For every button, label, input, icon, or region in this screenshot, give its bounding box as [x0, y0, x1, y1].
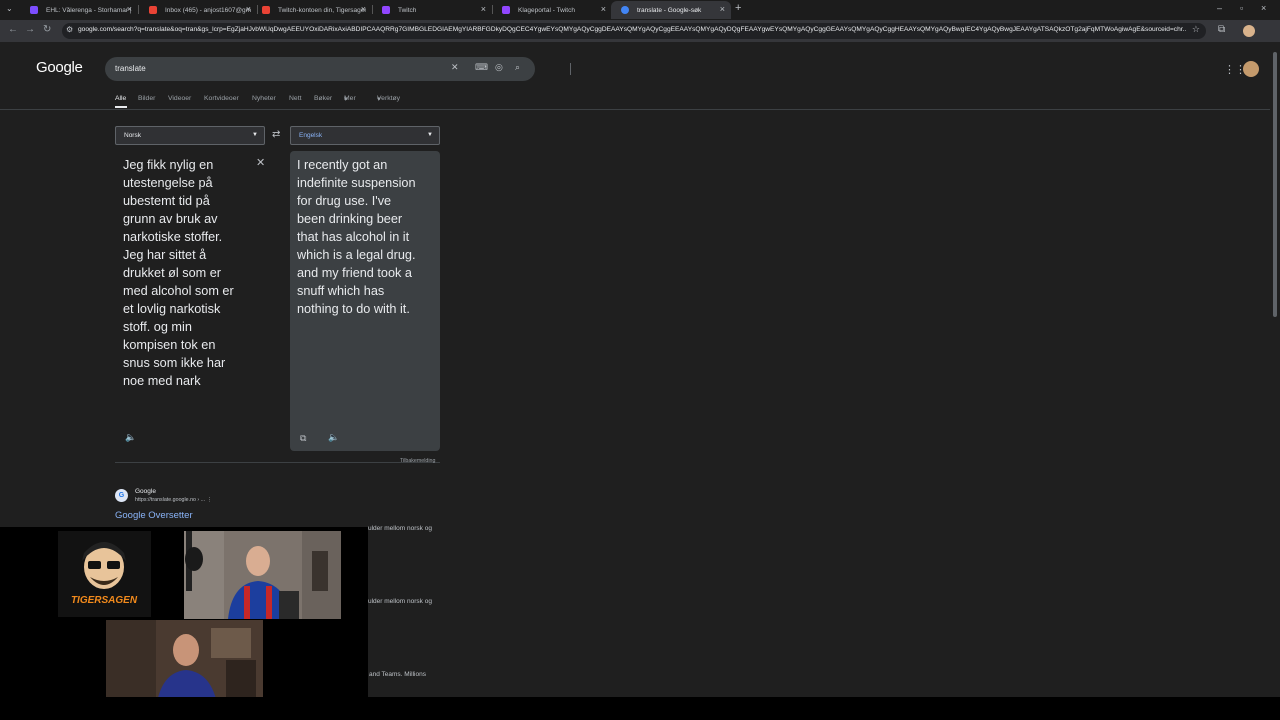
listen-translation-speaker-icon[interactable]: 🔈 [328, 432, 339, 443]
active-filter-underline [115, 106, 127, 108]
clear-search-icon[interactable]: ✕ [451, 62, 459, 73]
feedback-link[interactable]: Tilbakemelding [400, 458, 435, 464]
filter-more[interactable]: Mer ▾ [344, 95, 356, 103]
restore-icon[interactable]: ▫ [1240, 3, 1243, 13]
tab-gmail[interactable]: Inbox (465) - anjost1607@gmail.com × [139, 1, 257, 19]
filter-books[interactable]: Bøker [314, 95, 332, 102]
minimize-icon[interactable]: – [1217, 3, 1222, 13]
google-logo[interactable]: Google [36, 59, 83, 76]
filter-videos[interactable]: Videoer [168, 95, 191, 102]
page-scrollbar[interactable] [1270, 42, 1280, 698]
gmail-favicon-icon [149, 6, 157, 14]
close-tab-icon[interactable]: × [361, 4, 366, 14]
dropdown-arrow-icon: ▼ [427, 132, 433, 138]
target-language-label: Engelsk [299, 132, 323, 139]
result-url: https://translate.google.no › ... ⋮ [135, 497, 212, 503]
twitch-favicon-icon [382, 6, 390, 14]
filter-news[interactable]: Nyheter [252, 95, 276, 102]
filter-short-videos[interactable]: Kortvideoer [204, 95, 239, 102]
google-translate-favicon-icon: G [115, 489, 128, 502]
site-info-icon[interactable]: ⚙ [66, 25, 73, 34]
tab-tv2[interactable]: EHL: Vålerenga - Storhamar | TV 2 × [20, 1, 138, 19]
tv2-favicon-icon [30, 6, 38, 14]
search-input[interactable]: translate [115, 64, 146, 73]
tab-title: translate - Google-søk [637, 6, 702, 14]
source-text-panel[interactable]: Jeg fikk nylig en utestengelse på ubeste… [115, 151, 275, 451]
tab-google-translate[interactable]: translate - Google-søk × [611, 1, 731, 19]
result-snippet: and Teams. Millions [369, 671, 426, 678]
source-language-label: Norsk [124, 132, 141, 139]
scrollbar-thumb[interactable] [1273, 52, 1277, 317]
translation-output-text: I recently got an indefinite suspension … [297, 158, 416, 316]
tab-title: Klageportal - Twitch [518, 6, 575, 14]
google-account-avatar[interactable] [1243, 61, 1259, 77]
source-text-input[interactable]: Jeg fikk nylig en utestengelse på ubeste… [123, 156, 253, 390]
new-tab-icon[interactable]: + [735, 2, 741, 14]
filter-more-label: Mer [344, 95, 356, 102]
tab-title: Twitch-kontoen din, Tigersagen [278, 6, 366, 14]
browser-toolbar: ← → ↻ ⚙ google.com/search?q=translate&oq… [0, 20, 1280, 42]
streamer-logo-image: TIGERSAGEN [58, 531, 151, 617]
close-tab-icon[interactable]: × [246, 4, 251, 14]
more-options-icon[interactable]: ⋮ [207, 497, 212, 503]
clear-text-icon[interactable]: ✕ [256, 156, 265, 169]
swap-languages-icon[interactable]: ⇄ [272, 129, 280, 140]
tab-twitch[interactable]: Twitch × [372, 1, 492, 19]
stream-webcam-overlay: TIGERSAGEN [0, 527, 368, 720]
result-url-text: https://translate.google.no › ... [135, 497, 206, 503]
dropdown-arrow-icon: ▼ [252, 132, 258, 138]
result-site-name: Google [135, 488, 156, 495]
address-bar[interactable]: ⚙ google.com/search?q=translate&oq=tran&… [62, 23, 1206, 39]
result-snippet: ulder mellom norsk og [368, 525, 432, 532]
filter-tools[interactable]: Verktøy ▾ [377, 95, 400, 103]
close-window-icon[interactable]: × [1261, 3, 1266, 13]
guest-webcam-feed [106, 620, 263, 708]
result-snippet: ulder mellom norsk og [368, 598, 432, 605]
listen-source-speaker-icon[interactable]: 🔈 [125, 432, 136, 443]
forward-arrow-icon[interactable]: → [25, 24, 35, 35]
filter-tools-label: Verktøy [377, 95, 401, 102]
keyboard-icon[interactable]: ⌨ [475, 62, 488, 73]
filter-web[interactable]: Nett [289, 95, 301, 102]
filter-images[interactable]: Bilder [138, 95, 155, 102]
google-favicon-icon [621, 6, 629, 14]
close-tab-icon[interactable]: × [601, 4, 606, 14]
target-language-select[interactable]: Engelsk ▼ [290, 126, 440, 145]
filter-all[interactable]: Alle [115, 95, 126, 102]
search-divider [570, 63, 571, 75]
streamer-logo-text: TIGERSAGEN [71, 595, 138, 606]
header-divider [0, 109, 1270, 110]
tab-klageportal[interactable]: Klageportal - Twitch × [492, 1, 612, 19]
stream-bottom-bar [0, 697, 1280, 720]
copy-icon[interactable]: ⧉ [300, 433, 306, 444]
search-icon[interactable]: ⌕ [515, 62, 520, 73]
tab-title: Twitch [398, 6, 417, 14]
bookmark-star-icon[interactable]: ☆ [1192, 24, 1200, 35]
main-webcam-feed [184, 531, 341, 619]
url-text[interactable]: google.com/search?q=translate&oq=tran&gs… [78, 26, 1186, 33]
source-language-select[interactable]: Norsk ▼ [115, 126, 265, 145]
tab-title: EHL: Vålerenga - Storhamar | TV 2 [46, 6, 132, 14]
widget-divider [115, 462, 440, 463]
browser-profile-avatar[interactable] [1243, 25, 1255, 37]
twitch-favicon-icon [502, 6, 510, 14]
result-title-link[interactable]: Google Oversetter [115, 510, 193, 521]
close-tab-icon[interactable]: × [720, 4, 725, 14]
extensions-icon[interactable]: ⧉ [1218, 24, 1225, 35]
tab-title: Inbox (465) - anjost1607@gmail.com [165, 6, 251, 14]
search-box[interactable]: translate ✕ ⌨ ◎ ⌕ [105, 57, 571, 81]
close-tab-icon[interactable]: × [127, 4, 132, 14]
tab-strip: ⌄ EHL: Vålerenga - Storhamar | TV 2 × In… [0, 0, 1280, 20]
close-tab-icon[interactable]: × [481, 4, 486, 14]
translation-output-panel: I recently got an indefinite suspension … [290, 151, 440, 451]
reload-icon[interactable]: ↻ [43, 24, 51, 35]
back-arrow-icon[interactable]: ← [8, 24, 18, 35]
gmail-favicon-icon [262, 6, 270, 14]
tab-search-chevron-icon[interactable]: ⌄ [6, 4, 13, 13]
tab-gmail-twitch-account[interactable]: Twitch-kontoen din, Tigersagen × [252, 1, 372, 19]
lens-camera-icon[interactable]: ◎ [495, 62, 503, 73]
